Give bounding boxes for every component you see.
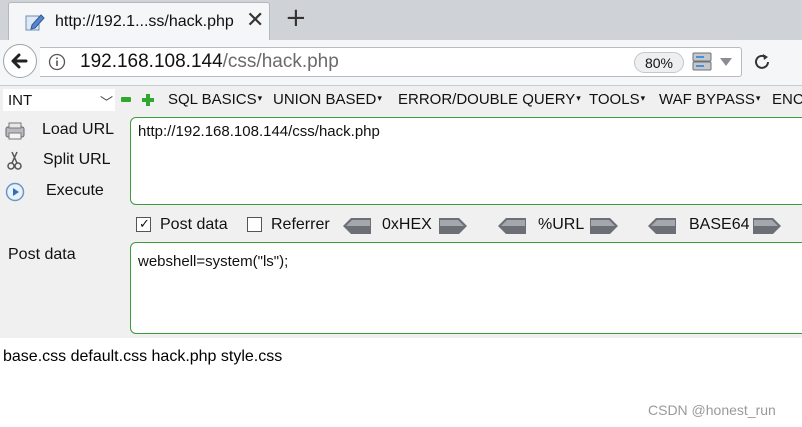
reload-icon[interactable] xyxy=(752,52,772,72)
split-url-icon xyxy=(7,151,22,170)
hackbar-panel: Load URL Split URL Execute http://192.16… xyxy=(0,114,802,338)
new-tab-button[interactable]: + xyxy=(285,3,307,33)
post-data-value: webshell=system("ls"); xyxy=(138,253,289,270)
watermark: CSDN @honest_run xyxy=(648,402,776,418)
execute-icon xyxy=(5,182,25,202)
url-encode-label: %URL xyxy=(538,216,585,233)
post-data-checkbox-label: Post data xyxy=(160,216,228,233)
type-select-value: INT xyxy=(8,92,33,109)
decrease-icon[interactable] xyxy=(121,97,131,102)
page-output-text: base.css default.css hack.php style.css xyxy=(3,348,283,365)
base64-encode-arrow-icon[interactable] xyxy=(753,218,781,234)
info-circle-icon[interactable] xyxy=(48,53,66,71)
url-encode-arrow-icon[interactable] xyxy=(590,218,618,234)
menu-tools[interactable]: TOOLS▾ xyxy=(589,91,645,108)
back-button[interactable] xyxy=(3,44,37,78)
referrer-checkbox[interactable] xyxy=(247,217,262,232)
tab-title: http://192.1...ss/hack.php xyxy=(55,13,234,30)
back-arrow-icon xyxy=(11,53,28,69)
url-path: /css/hack.php xyxy=(222,51,339,72)
hex-label: 0xHEX xyxy=(382,216,432,233)
menu-sql-basics[interactable]: SQL BASICS▾ xyxy=(168,91,262,108)
hex-encode-arrow-icon[interactable] xyxy=(439,218,467,234)
menu-union-based[interactable]: UNION BASED▾ xyxy=(273,91,382,108)
tab-strip: http://192.1...ss/hack.php ✕ + xyxy=(0,0,802,40)
network-monitor-icon[interactable] xyxy=(690,51,714,73)
chevron-down-icon[interactable] xyxy=(720,58,732,66)
url-textarea-value: http://192.168.108.144/css/hack.php xyxy=(138,123,380,140)
menu-error-double-query[interactable]: ERROR/DOUBLE QUERY▾ xyxy=(398,91,581,108)
address-text: 192.168.108.144/css/hack.php xyxy=(80,51,339,73)
chevron-down-icon: ﹀ xyxy=(100,96,114,111)
pencil-page-icon xyxy=(25,14,45,31)
close-tab-icon[interactable]: ✕ xyxy=(246,8,264,33)
load-url-icon xyxy=(5,122,25,140)
url-decode-arrow-icon[interactable] xyxy=(498,218,526,234)
browser-tab[interactable]: http://192.1...ss/hack.php ✕ xyxy=(8,2,270,40)
checkmark-icon: ✓ xyxy=(139,217,150,232)
menu-waf-bypass[interactable]: WAF BYPASS▾ xyxy=(659,91,760,108)
menu-encoding[interactable]: ENC xyxy=(772,91,802,108)
url-textarea[interactable]: http://192.168.108.144/css/hack.php xyxy=(130,117,802,205)
post-data-textarea[interactable]: webshell=system("ls"); xyxy=(130,242,802,334)
url-host: 192.168.108.144 xyxy=(80,51,223,72)
referrer-checkbox-label: Referrer xyxy=(271,216,330,233)
post-data-label: Post data xyxy=(8,246,76,263)
increase-icon[interactable] xyxy=(142,94,154,106)
post-data-checkbox[interactable]: ✓ xyxy=(136,217,151,232)
hex-decode-arrow-icon[interactable] xyxy=(343,218,371,234)
options-row: ✓ Post data Referrer 0xHEX %URL BASE64 xyxy=(136,213,802,237)
navigation-bar: 192.168.108.144/css/hack.php 80% xyxy=(0,40,802,86)
address-bar[interactable]: 192.168.108.144/css/hack.php 80% xyxy=(40,47,742,77)
base64-label: BASE64 xyxy=(689,216,750,233)
hackbar-menubar: INT ﹀ SQL BASICS▾ UNION BASED▾ ERROR/DOU… xyxy=(0,86,802,114)
zoom-level-badge[interactable]: 80% xyxy=(634,52,684,73)
base64-decode-arrow-icon[interactable] xyxy=(648,218,676,234)
type-select[interactable]: INT ﹀ xyxy=(3,89,115,111)
